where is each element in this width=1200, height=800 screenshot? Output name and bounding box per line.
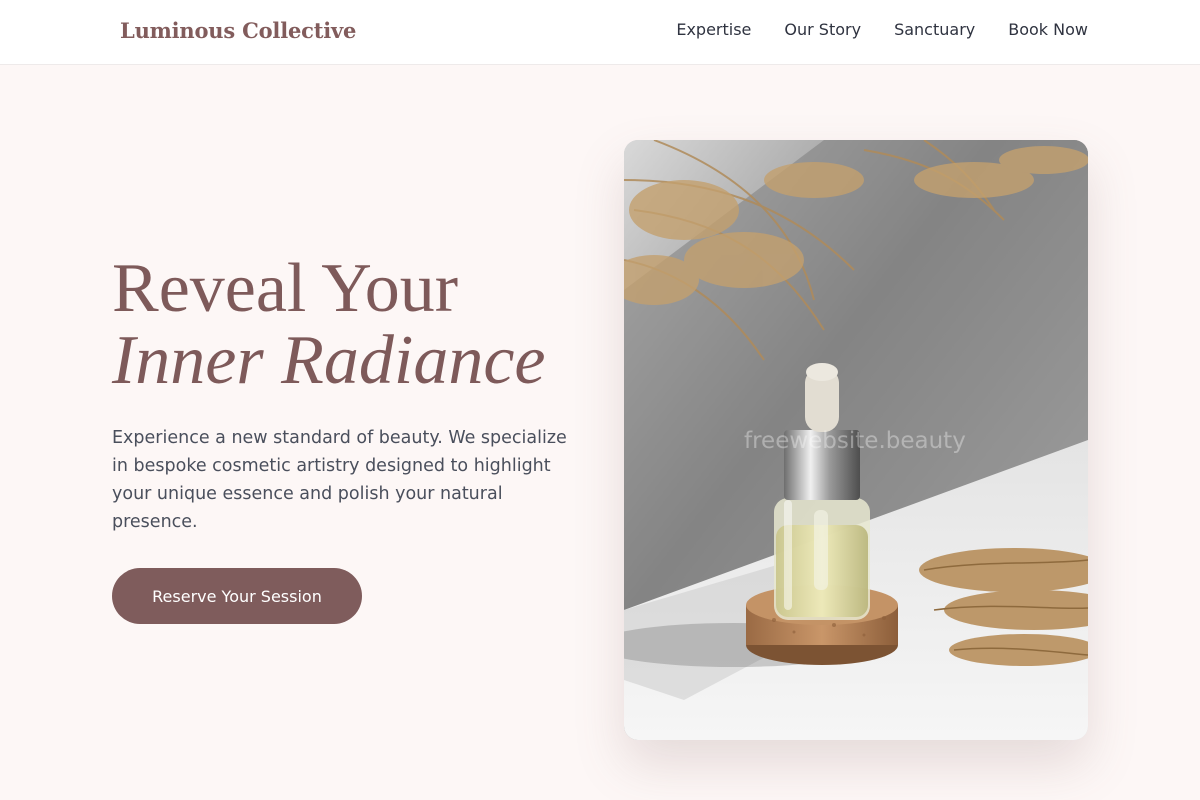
hero-description: Experience a new standard of beauty. We …	[112, 428, 567, 532]
hero-product-image: freewebsite.beauty	[624, 140, 1088, 740]
nav-link-our-story[interactable]: Our Story	[784, 20, 861, 39]
brand-logo-text[interactable]: Luminous Collective	[120, 18, 356, 43]
hero-title-line1: Reveal Your	[112, 250, 459, 327]
nav-link-expertise[interactable]: Expertise	[676, 20, 751, 39]
hero-title: Reveal Your Inner Radiance	[112, 253, 545, 397]
site-header: Luminous Collective Expertise Our Story …	[0, 0, 1200, 65]
nav-link-book-now[interactable]: Book Now	[1008, 20, 1088, 39]
image-watermark: freewebsite.beauty	[744, 428, 966, 454]
reserve-session-button[interactable]: Reserve Your Session	[112, 568, 362, 624]
hero-title-line2: Inner Radiance	[112, 322, 546, 399]
main-nav: Expertise Our Story Sanctuary Book Now	[676, 20, 1088, 39]
nav-link-sanctuary[interactable]: Sanctuary	[894, 20, 975, 39]
